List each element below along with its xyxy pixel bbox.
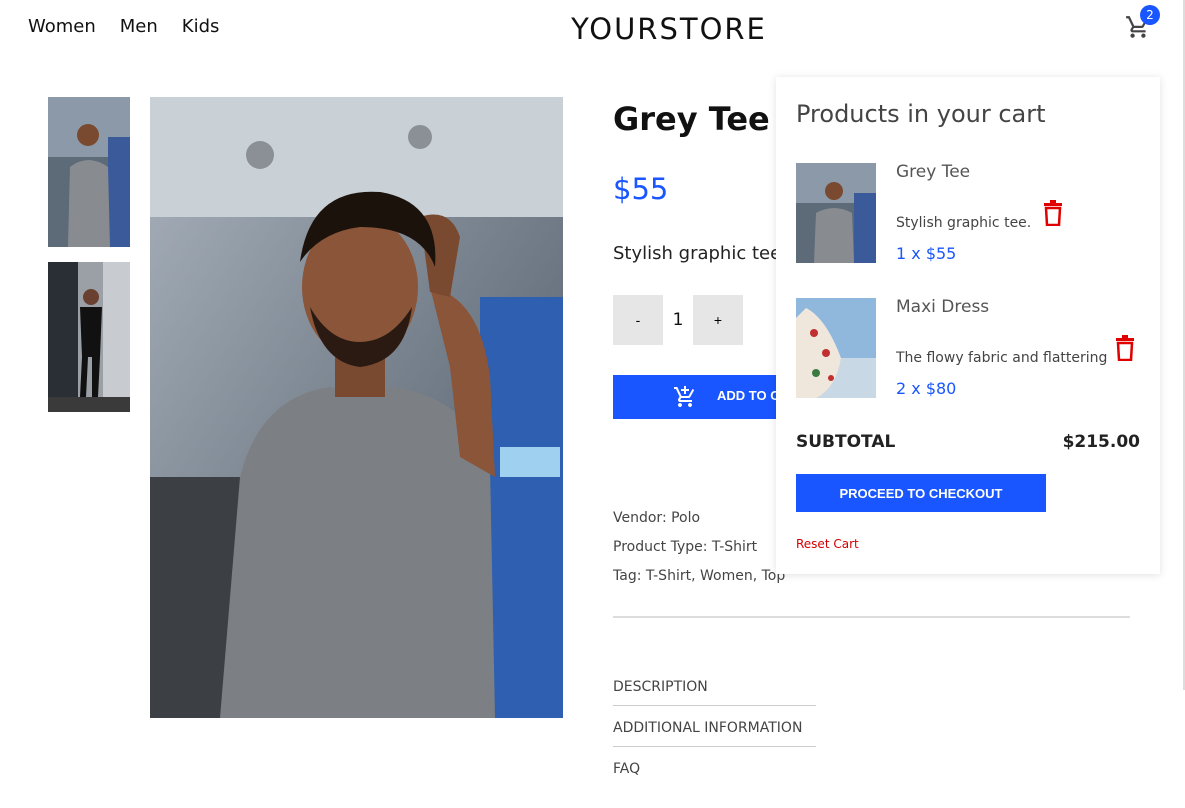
product-thumbnail-2[interactable] <box>48 262 130 412</box>
section-divider <box>613 616 1130 618</box>
store-logo[interactable]: YOURSTORE <box>0 12 1185 46</box>
cart-heading: Products in your cart <box>796 100 1046 128</box>
reset-cart-link[interactable]: Reset Cart <box>796 537 859 551</box>
product-tags: Tag: T-Shirt, Women, Top <box>613 568 786 584</box>
tab-additional-information[interactable]: ADDITIONAL INFORMATION <box>613 720 816 747</box>
cart-item-2-image <box>796 298 876 398</box>
cart-item-1-image <box>796 163 876 263</box>
subtotal-label: SUBTOTAL <box>796 432 896 452</box>
product-title: Grey Tee <box>613 100 770 138</box>
store-logo-text: YOURSTORE <box>571 12 767 46</box>
product-description: Stylish graphic tee. <box>613 243 787 264</box>
add-shopping-cart-icon <box>674 386 695 407</box>
cart-item-1-description: Stylish graphic tee. <box>896 215 1032 231</box>
thumbnail-grey-tee-image <box>48 97 130 247</box>
thumbnail-black-outfit-image <box>48 262 130 412</box>
proceed-to-checkout-button[interactable]: PROCEED TO CHECKOUT <box>796 474 1046 512</box>
product-vendor: Vendor: Polo <box>613 510 701 526</box>
tab-faq[interactable]: FAQ <box>613 761 816 787</box>
subtotal-value: $215.00 <box>1062 432 1140 452</box>
cart-item-2-price: 2 x $80 <box>896 379 957 398</box>
cart-maxi-dress-image <box>796 298 876 398</box>
product-type: Product Type: T-Shirt <box>613 539 758 555</box>
cart-dropdown: Products in your cart Grey Tee Stylish g… <box>776 77 1160 574</box>
grey-tee-model-image <box>150 97 563 718</box>
product-price: $55 <box>613 172 669 206</box>
cart-item-2-name[interactable]: Maxi Dress <box>896 297 989 317</box>
quantity-value[interactable]: 1 <box>663 295 693 345</box>
cart-item-2-description: The flowy fabric and flattering <box>896 350 1108 366</box>
remove-item-1-button[interactable] <box>1043 200 1063 227</box>
main-product-image[interactable] <box>150 97 563 718</box>
quantity-decrease-button[interactable]: - <box>613 295 663 345</box>
trash-icon <box>1044 200 1062 227</box>
quantity-increase-button[interactable]: + <box>693 295 743 345</box>
tab-description[interactable]: DESCRIPTION <box>613 679 816 706</box>
trash-icon <box>1116 335 1134 362</box>
cart-count-badge: 2 <box>1140 5 1160 25</box>
cart-item-1-name[interactable]: Grey Tee <box>896 162 970 182</box>
cart-grey-tee-image <box>796 163 876 263</box>
product-thumbnail-1[interactable] <box>48 97 130 247</box>
remove-item-2-button[interactable] <box>1115 335 1135 362</box>
cart-item-1-price: 1 x $55 <box>896 244 957 263</box>
